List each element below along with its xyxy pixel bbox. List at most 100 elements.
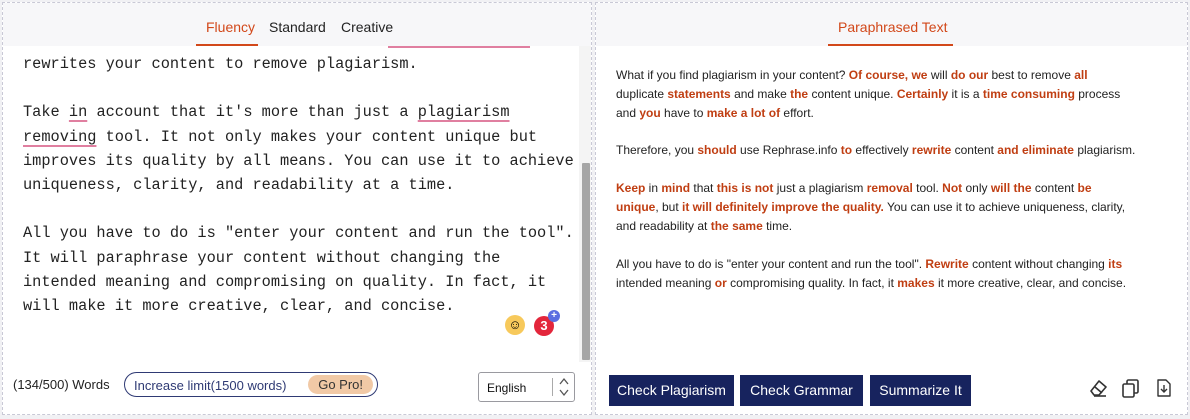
output-line: duplicate statements and make the conten…	[616, 85, 1120, 104]
word-count: (134/500) Words	[13, 377, 110, 392]
output-line: and readability at the same time.	[616, 217, 792, 236]
output-segment: plagiarism.	[1073, 143, 1136, 157]
output-segment: effort.	[780, 106, 814, 120]
increase-limit-button[interactable]: Increase limit(1500 words) Go Pro!	[124, 372, 378, 397]
eraser-icon[interactable]	[1088, 377, 1110, 399]
mode-tabs: Fluency Standard Creative	[3, 3, 591, 46]
changed-phrase: be	[1077, 181, 1092, 195]
changed-phrase: make a lot of	[706, 106, 781, 120]
changed-phrase: the same	[710, 219, 763, 233]
tab-fluency[interactable]: Fluency	[206, 19, 255, 35]
output-segment: tool.	[912, 181, 943, 195]
changed-phrase: you	[639, 106, 661, 120]
changed-phrase: time consuming	[982, 87, 1075, 101]
output-line: Therefore, you should use Rephrase.info …	[616, 141, 1135, 160]
changed-phrase: unique	[616, 200, 656, 214]
output-segment: process	[1074, 87, 1121, 101]
emoji-icon[interactable]: ☺	[505, 315, 525, 335]
output-segment: best to remove	[988, 68, 1075, 82]
go-pro-button[interactable]: Go Pro!	[308, 375, 373, 394]
input-panel: Fluency Standard Creative rewrites your …	[2, 2, 592, 415]
output-segment: What if you find plagiarism in your cont…	[616, 68, 849, 82]
language-selected-value: English	[487, 381, 527, 395]
changed-phrase: to	[840, 143, 853, 157]
plus-icon[interactable]: +	[548, 310, 560, 322]
spell-underline-marker	[388, 46, 530, 48]
download-icon[interactable]	[1153, 377, 1175, 399]
output-segment: only	[962, 181, 991, 195]
output-segment: Therefore, you	[616, 143, 698, 157]
editor-line: Take in account that it's more than just…	[23, 103, 510, 122]
changed-phrase: Rewrite	[925, 257, 969, 271]
output-line: What if you find plagiarism in your cont…	[616, 66, 1088, 85]
summarize-button[interactable]: Summarize It	[870, 375, 971, 406]
changed-phrase: and eliminate	[997, 143, 1074, 157]
changed-phrase: statements	[667, 87, 731, 101]
output-segment: and make	[730, 87, 791, 101]
output-segment: that	[690, 181, 717, 195]
output-segment: have to	[660, 106, 707, 120]
grammar-flag[interactable]: plagiarism	[418, 103, 510, 121]
editor-line: improves its quality by all means. You c…	[23, 151, 574, 170]
language-select[interactable]: English	[478, 372, 575, 402]
output-segment: content	[951, 143, 998, 157]
output-segment: , but	[655, 200, 683, 214]
changed-phrase: will the	[990, 181, 1032, 195]
output-line: All you have to do is "enter your conten…	[616, 255, 1122, 274]
select-divider	[552, 378, 553, 396]
changed-phrase: or	[714, 276, 727, 290]
changed-phrase: it will definitely improve the quality.	[682, 200, 884, 214]
output-line: intended meaning or compromising quality…	[616, 274, 1126, 293]
editor-line: All you have to do is "enter your conten…	[23, 224, 574, 243]
changed-phrase: do our	[950, 68, 989, 82]
updown-chevron-icon	[559, 377, 569, 397]
output-segment: duplicate	[616, 87, 668, 101]
copy-icon[interactable]	[1120, 377, 1142, 399]
changed-phrase: mind	[661, 181, 691, 195]
output-segment: and readability at	[616, 219, 711, 233]
tab-creative[interactable]: Creative	[341, 19, 393, 35]
output-segment: content	[1031, 181, 1078, 195]
output-segment: All you have to do is "enter your conten…	[616, 257, 926, 271]
tab-standard[interactable]: Standard	[269, 19, 326, 35]
output-segment: You can use it to achieve uniqueness, cl…	[883, 200, 1126, 214]
output-panel: Paraphrased Text What if you find plagia…	[595, 2, 1188, 415]
output-segment: effectively	[852, 143, 912, 157]
output-segment: content unique.	[808, 87, 897, 101]
changed-phrase: Keep	[616, 181, 646, 195]
changed-phrase: makes	[897, 276, 935, 290]
changed-phrase: rewrite	[911, 143, 952, 157]
changed-phrase: Not	[942, 181, 963, 195]
output-segment: it is a	[948, 87, 983, 101]
output-segment: intended meaning	[616, 276, 715, 290]
editor-line: will make it more creative, clear, and c…	[23, 297, 455, 316]
grammar-flag[interactable]: in	[69, 103, 87, 121]
changed-phrase: Of course, we	[848, 68, 928, 82]
check-grammar-button[interactable]: Check Grammar	[740, 375, 863, 406]
changed-phrase: all	[1074, 68, 1088, 82]
output-segment: just a plagiarism	[773, 181, 867, 195]
output-line: Keep in mind that this is not just a pla…	[616, 179, 1092, 198]
changed-phrase: removal	[866, 181, 913, 195]
changed-phrase: Certainly	[896, 87, 949, 101]
output-header: Paraphrased Text	[596, 3, 1187, 46]
output-line: unique, but it will definitely improve t…	[616, 198, 1125, 217]
editor-scrollbar-thumb[interactable]	[582, 163, 590, 360]
tab-paraphrased-text[interactable]: Paraphrased Text	[838, 19, 947, 35]
changed-phrase: should	[697, 143, 737, 157]
increase-limit-label: Increase limit(1500 words)	[134, 378, 287, 393]
check-plagiarism-button[interactable]: Check Plagiarism	[609, 375, 734, 406]
changed-phrase: the	[790, 87, 809, 101]
editor-line: removing tool. It not only makes your co…	[23, 127, 538, 146]
changed-phrase: this is not	[716, 181, 774, 195]
output-segment: in	[645, 181, 662, 195]
grammar-flag[interactable]: removing	[23, 128, 96, 146]
output-segment: compromising quality. In fact, it	[726, 276, 898, 290]
input-text-editor[interactable]: rewrites your content to remove plagiari…	[3, 46, 577, 362]
active-tab-indicator	[828, 44, 953, 46]
output-line: and you have to make a lot of effort.	[616, 104, 814, 123]
output-segment: use Rephrase.info	[736, 143, 841, 157]
output-segment: content without changing	[968, 257, 1109, 271]
editor-line: uniqueness, clarity, and readability at …	[23, 176, 455, 195]
output-segment: will	[927, 68, 951, 82]
